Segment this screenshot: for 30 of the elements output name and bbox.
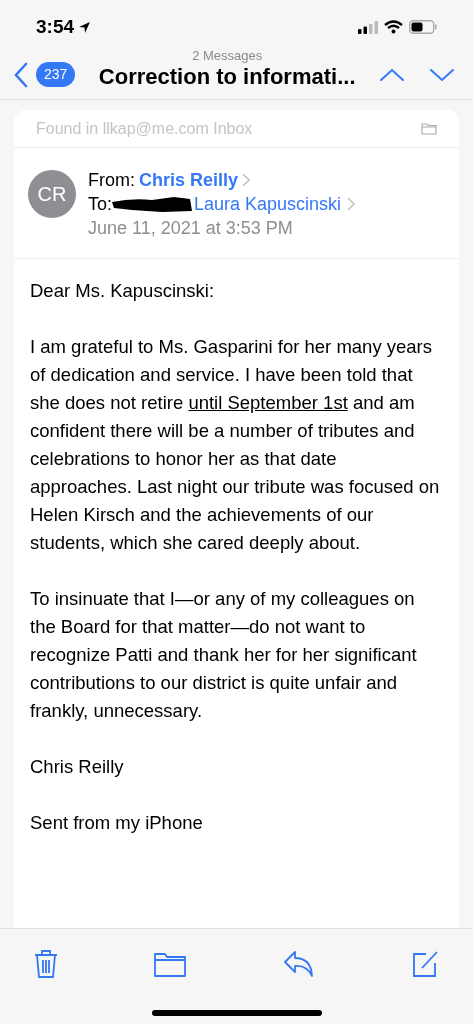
recipient-link[interactable]: Laura Kapuscinski xyxy=(194,192,342,216)
body-paragraph: To insinuate that I—or any of my colleagues on the Board for that matter—do not want to recognize Patti and thank her for her significant contributions to our district is quite unfair and frankly, unnecessary. xyxy=(30,587,418,723)
to-label: To: xyxy=(88,193,112,216)
sender-link[interactable]: Chris Reilly xyxy=(139,168,239,192)
body-paragraph: I am grateful to Ms. Gasparini for her many years of dedication and service. I have been told that she does not retire until September 1st and am confident there will be a number of tributes and celebrations to honor her as that date approaches. Last night our tribute was focused on Helen Kirsch and the achievements of our students, which she cared deeply about. xyxy=(30,335,441,555)
chevron-icon xyxy=(347,197,356,211)
status-time: 3:54 xyxy=(36,14,75,39)
back-button[interactable]: 237 xyxy=(14,61,76,88)
signal-icon xyxy=(358,20,378,34)
sent-date: June 11, 2021 at 3:53 PM xyxy=(88,217,294,240)
back-chevron-icon xyxy=(14,61,28,88)
location-icon xyxy=(78,20,92,34)
message-count: 2 Messages xyxy=(192,48,263,62)
body-paragraph: Chris Reilly xyxy=(30,755,125,779)
body-paragraph: Dear Ms. Kapuscinski: xyxy=(30,279,216,303)
from-label: From: xyxy=(88,169,135,192)
compose-button[interactable] xyxy=(411,950,439,978)
mailbox-location: Found in llkap@me.com Inbox xyxy=(36,118,253,139)
date-link[interactable]: until September 1st xyxy=(188,392,348,413)
reply-button[interactable] xyxy=(282,950,315,978)
sender-avatar: CR xyxy=(28,170,76,218)
wifi-icon xyxy=(384,20,403,34)
subject-title: Correction to informati... xyxy=(98,63,356,91)
trash-button[interactable] xyxy=(34,949,58,979)
folder-icon[interactable] xyxy=(421,122,437,135)
unread-count-badge: 237 xyxy=(36,62,76,87)
chevron-icon xyxy=(242,173,251,187)
move-to-folder-button[interactable] xyxy=(154,951,187,977)
body-paragraph: Sent from my iPhone xyxy=(30,811,204,835)
battery-icon xyxy=(409,20,437,34)
